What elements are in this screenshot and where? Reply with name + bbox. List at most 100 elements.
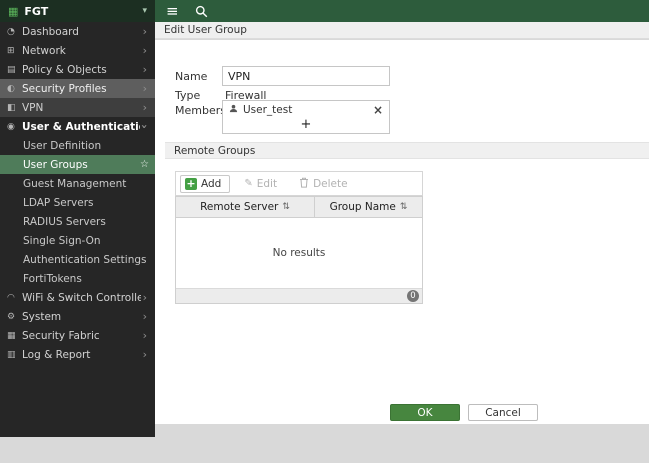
topbar: ≡: [155, 0, 649, 22]
sidebar-subitem-label: RADIUS Servers: [23, 216, 106, 228]
sort-icon: ⇅: [282, 202, 290, 212]
member-entry[interactable]: User_test ×: [223, 101, 389, 118]
sidebar-item-security-profiles[interactable]: ◐ Security Profiles ›: [0, 79, 155, 98]
row-count-badge: 0: [407, 290, 419, 302]
sidebar-item-user-groups[interactable]: User Groups ☆: [0, 155, 155, 174]
caret-down-icon: ▾: [142, 6, 147, 16]
ok-button[interactable]: OK: [390, 404, 460, 421]
sidebar-item-wifi-switch-controller[interactable]: ◠ WiFi & Switch Controller ›: [0, 288, 155, 307]
name-input[interactable]: [222, 66, 390, 86]
sidebar-item-ldap-servers[interactable]: LDAP Servers: [0, 193, 155, 212]
brand-name: FGT: [24, 5, 136, 18]
gear-icon: ⚙: [7, 312, 22, 322]
sidebar-item-log-report[interactable]: ▥ Log & Report ›: [0, 345, 155, 364]
members-label: Members: [175, 104, 226, 117]
add-button[interactable]: + Add: [180, 175, 230, 193]
sidebar-item-label: Network: [22, 45, 141, 57]
sidebar-subitem-label: Guest Management: [23, 178, 126, 190]
table-header-row: Remote Server ⇅ Group Name ⇅: [176, 197, 422, 218]
breadcrumb: Edit User Group: [155, 22, 649, 39]
sidebar-item-label: Security Profiles: [22, 83, 141, 95]
remote-groups-toolbar: + Add ✎ Edit Delete: [175, 171, 423, 196]
sidebar-subitem-label: LDAP Servers: [23, 197, 94, 209]
chevron-right-icon: ›: [141, 349, 149, 360]
sidebar-item-label: WiFi & Switch Controller: [22, 292, 141, 304]
trash-icon: [299, 177, 309, 191]
brand-selector[interactable]: ▦ FGT ▾: [0, 0, 155, 22]
edit-user-group-form: Name Type Firewall Members User_test × +…: [155, 40, 649, 424]
sidebar-item-authentication-settings[interactable]: Authentication Settings: [0, 250, 155, 269]
network-icon: ⊞: [7, 46, 22, 56]
chevron-right-icon: ›: [141, 83, 149, 94]
favorite-star-icon[interactable]: ☆: [140, 159, 149, 170]
pencil-icon: ✎: [244, 178, 252, 189]
sidebar-item-guest-management[interactable]: Guest Management: [0, 174, 155, 193]
sort-icon: ⇅: [400, 202, 408, 212]
fortigate-grid-icon: ▦: [8, 6, 18, 17]
log-report-icon: ▥: [7, 350, 22, 360]
sidebar-item-label: User & Authentication: [22, 121, 140, 133]
chevron-right-icon: ›: [141, 26, 149, 37]
edit-button[interactable]: ✎ Edit: [236, 176, 285, 192]
sidebar-item-security-fabric[interactable]: ▦ Security Fabric ›: [0, 326, 155, 345]
vpn-icon: ◧: [7, 103, 22, 113]
sidebar-subitem-label: Single Sign-On: [23, 235, 101, 247]
page-title: Edit User Group: [164, 24, 247, 36]
chevron-right-icon: ›: [141, 292, 149, 303]
column-label: Group Name: [330, 201, 396, 213]
column-header-group-name[interactable]: Group Name ⇅: [315, 197, 422, 217]
chevron-right-icon: ›: [141, 330, 149, 341]
column-header-remote-server[interactable]: Remote Server ⇅: [176, 197, 315, 217]
plus-icon: +: [185, 178, 197, 190]
chevron-right-icon: ›: [141, 311, 149, 322]
sidebar-subitem-label: User Definition: [23, 140, 101, 152]
sidebar-item-label: Policy & Objects: [22, 64, 141, 76]
sidebar-item-fortitokens[interactable]: FortiTokens: [0, 269, 155, 288]
remove-member-icon[interactable]: ×: [373, 104, 383, 116]
sidebar-subitem-label: FortiTokens: [23, 273, 82, 285]
remote-groups-table: Remote Server ⇅ Group Name ⇅ No results …: [175, 196, 423, 304]
chevron-down-icon: ›: [139, 122, 150, 131]
sidebar-item-dashboard[interactable]: ◔ Dashboard ›: [0, 22, 155, 41]
edit-button-label: Edit: [257, 178, 277, 190]
sidebar: ▦ FGT ▾ ◔ Dashboard › ⊞ Network › ▤ Poli…: [0, 0, 155, 437]
sidebar-item-radius-servers[interactable]: RADIUS Servers: [0, 212, 155, 231]
sidebar-item-system[interactable]: ⚙ System ›: [0, 307, 155, 326]
delete-button-label: Delete: [313, 178, 348, 190]
add-button-label: Add: [201, 178, 221, 190]
remote-groups-section-header: Remote Groups: [165, 142, 649, 159]
members-box: User_test × +: [222, 100, 390, 134]
name-label: Name: [175, 70, 207, 83]
add-member-button[interactable]: +: [223, 118, 389, 133]
sidebar-subitem-label: User Groups: [23, 159, 88, 171]
delete-button[interactable]: Delete: [291, 175, 356, 193]
sidebar-item-user-definition[interactable]: User Definition: [0, 136, 155, 155]
chevron-right-icon: ›: [141, 45, 149, 56]
hamburger-menu-icon[interactable]: ≡: [166, 4, 179, 19]
sidebar-item-user-authentication[interactable]: ◉ User & Authentication ›: [0, 117, 155, 136]
app-window: ▦ FGT ▾ ◔ Dashboard › ⊞ Network › ▤ Poli…: [0, 0, 649, 463]
sidebar-item-vpn[interactable]: ◧ VPN ›: [0, 98, 155, 117]
search-icon[interactable]: [195, 5, 208, 18]
no-results-text: No results: [273, 247, 326, 259]
fabric-icon: ▦: [7, 331, 22, 341]
table-footer: 0: [176, 288, 422, 303]
user-icon: ◉: [7, 122, 22, 132]
policy-icon: ▤: [7, 65, 22, 75]
sidebar-item-single-sign-on[interactable]: Single Sign-On: [0, 231, 155, 250]
sidebar-nav: ◔ Dashboard › ⊞ Network › ▤ Policy & Obj…: [0, 22, 155, 364]
sidebar-subitem-label: Authentication Settings: [23, 254, 146, 266]
sidebar-item-network[interactable]: ⊞ Network ›: [0, 41, 155, 60]
cancel-button[interactable]: Cancel: [468, 404, 538, 421]
chevron-right-icon: ›: [141, 64, 149, 75]
sidebar-item-label: System: [22, 311, 141, 323]
sidebar-item-label: Dashboard: [22, 26, 141, 38]
type-label: Type: [175, 89, 200, 102]
sidebar-item-policy-objects[interactable]: ▤ Policy & Objects ›: [0, 60, 155, 79]
column-label: Remote Server: [200, 201, 278, 213]
member-name: User_test: [243, 104, 292, 116]
sidebar-item-label: Security Fabric: [22, 330, 141, 342]
chevron-right-icon: ›: [141, 102, 149, 113]
dashboard-icon: ◔: [7, 27, 22, 37]
table-empty-state: No results: [176, 218, 422, 288]
